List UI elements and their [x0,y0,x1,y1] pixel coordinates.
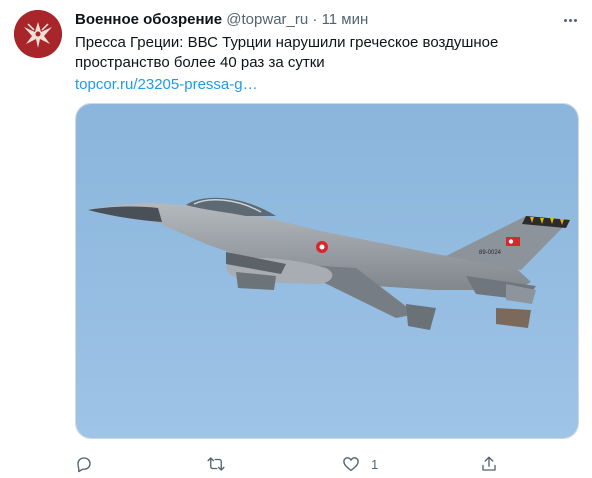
retweet-button[interactable] [206,452,226,476]
tweet-text-line: Пресса Греции: ВВС Турции нарушили грече… [75,34,499,51]
heart-icon [343,457,359,472]
author-name[interactable]: Военное обозрение [75,11,222,28]
retweet-icon [207,457,225,471]
like-count: 1 [371,456,379,472]
tweet[interactable]: Военное обозрение @topwar_ru · 11 мин Пр… [0,0,592,478]
tweet-text-line: пространство более 40 раз за сутки [75,54,325,71]
reply-icon [77,457,91,473]
separator: · [312,11,318,28]
fighter-jet-image: 89-0024 [76,104,578,438]
logo-icon [14,10,62,58]
tail-number: 89-0024 [479,250,502,256]
more-options-button[interactable] [560,10,580,30]
like-button[interactable]: 1 [341,452,378,476]
avatar[interactable] [14,10,62,58]
tweet-text: Пресса Греции: ВВС Турции нарушили грече… [75,33,575,95]
more-horizontal-icon [563,18,567,22]
reply-button[interactable] [75,452,93,476]
tweet-image[interactable]: 89-0024 [75,103,579,439]
tweet-header: Военное обозрение @topwar_ru · 11 мин [75,11,368,29]
timestamp[interactable]: 11 мин [322,11,369,28]
tweet-link[interactable]: topcor.ru/23205-pressa-g… [75,75,258,95]
share-icon [482,456,496,471]
tweet-actions: 1 [75,452,505,476]
share-button[interactable] [480,452,498,476]
author-handle[interactable]: @topwar_ru [226,11,308,28]
